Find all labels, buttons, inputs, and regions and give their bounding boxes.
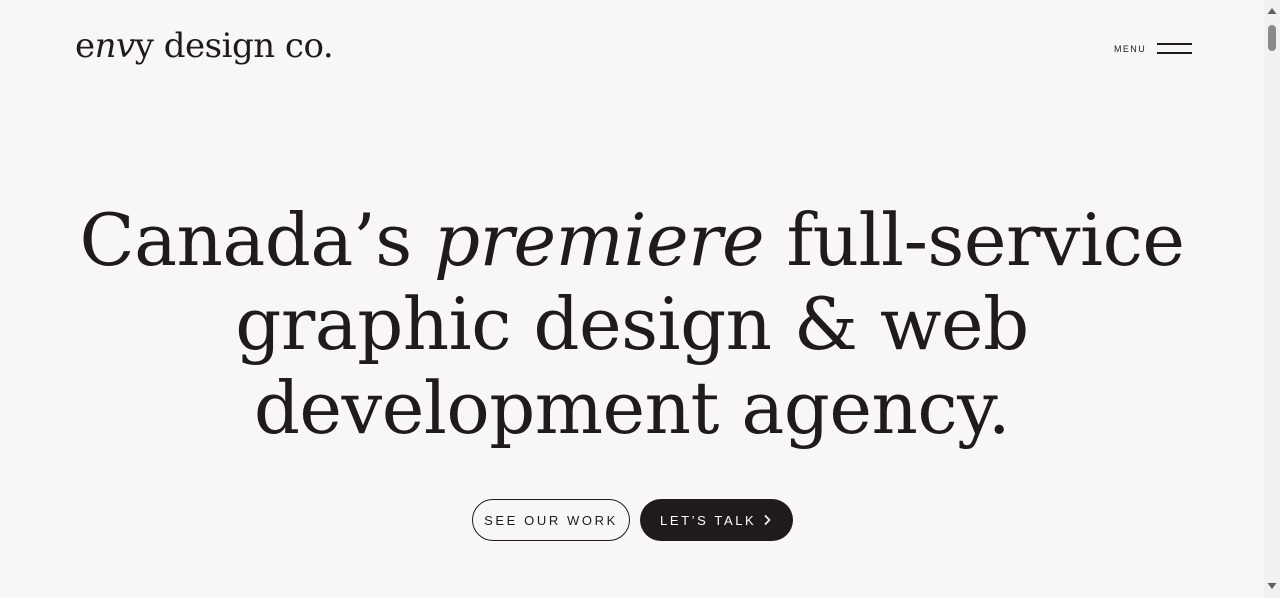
hero-line-2: graphic design & web bbox=[235, 282, 1029, 366]
hamburger-line-top bbox=[1157, 43, 1192, 45]
vertical-scrollbar[interactable] bbox=[1264, 0, 1280, 598]
hero-emphasis: premiere bbox=[434, 198, 765, 282]
lets-talk-button[interactable]: LET’S TALK bbox=[640, 499, 793, 541]
arrow-up-icon[interactable] bbox=[1267, 7, 1277, 15]
chevron-right-icon bbox=[764, 514, 771, 526]
see-our-work-button[interactable]: SEE OUR WORK bbox=[472, 499, 630, 541]
page: envy design co. MENU Canada’s premiere f… bbox=[0, 0, 1264, 598]
menu-button[interactable]: MENU bbox=[1114, 38, 1194, 60]
hamburger-icon bbox=[1157, 43, 1192, 54]
hero-line-1: Canada’s premiere full-service bbox=[0, 198, 1264, 282]
logo-text-italic: nv bbox=[94, 26, 136, 66]
scrollbar-thumb[interactable] bbox=[1268, 25, 1276, 51]
logo-text-end: y design co. bbox=[134, 26, 334, 66]
hero-line-1-end: full-service bbox=[764, 198, 1185, 282]
hero-headline: Canada’s premiere full-service graphic d… bbox=[0, 198, 1264, 450]
hero-line-1-start: Canada’s bbox=[79, 198, 435, 282]
lets-talk-label: LET’S TALK bbox=[660, 512, 757, 528]
arrow-down-icon[interactable] bbox=[1267, 582, 1277, 590]
hero-line-3: development agency. bbox=[253, 366, 1011, 450]
menu-label: MENU bbox=[1114, 44, 1147, 54]
brand-logo[interactable]: envy design co. bbox=[75, 24, 334, 68]
hamburger-line-bottom bbox=[1157, 52, 1192, 54]
see-our-work-label: SEE OUR WORK bbox=[484, 512, 618, 528]
logo-text-start: e bbox=[75, 26, 95, 66]
